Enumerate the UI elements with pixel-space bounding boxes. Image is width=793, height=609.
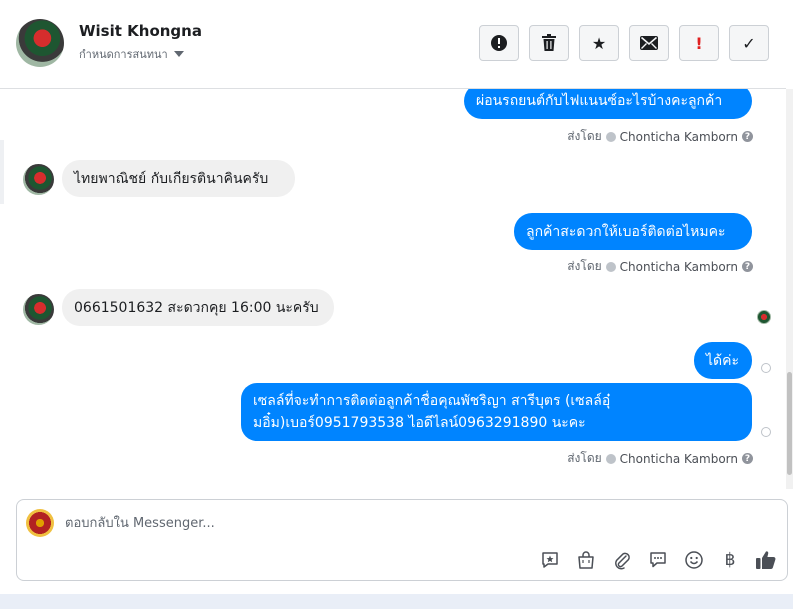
trash-icon xyxy=(542,34,556,51)
follow-up-button[interactable]: ! xyxy=(679,25,719,61)
sender-avatar[interactable] xyxy=(23,164,54,195)
message-text: ลูกค้าสะดวกให้เบอร์ติดต่อไหมคะ xyxy=(526,223,726,240)
incoming-message[interactable]: ไทยพาณิชย์ กับเกียรตินาคินครับ xyxy=(62,160,295,197)
sent-by-line: ส่งโดย Chonticha Kamborn ? xyxy=(567,449,753,468)
attach-file-button[interactable] xyxy=(611,549,633,571)
reply-composer: ฿ xyxy=(16,499,788,581)
chat-bubble-icon xyxy=(650,552,666,568)
message-text: ได้ค่ะ xyxy=(706,352,740,369)
sent-status-icon xyxy=(761,363,771,373)
conversation-status-dropdown[interactable]: กำหนดการสนทนา xyxy=(79,45,184,63)
quick-reply-button[interactable] xyxy=(647,549,669,571)
message-text-line-2: มอิ๋ม)เบอร์0951793538 ไอดีไลน์0963291890… xyxy=(253,415,586,431)
checkmark-icon: ✓ xyxy=(742,33,756,53)
message-text-line-1: เซลล์ที่จะทำการติดต่อลูกค้าชื่อคุณพัชริญ… xyxy=(253,393,611,409)
shop-button[interactable] xyxy=(575,549,597,571)
thread-scrollbar[interactable] xyxy=(786,89,793,489)
conversation-status-label: กำหนดการสนทนา xyxy=(79,48,168,61)
baht-icon: ฿ xyxy=(724,550,736,570)
sent-by-line: ส่งโดย Chonticha Kamborn ? xyxy=(567,127,753,146)
page-avatar xyxy=(26,509,54,537)
thumbs-up-icon xyxy=(756,551,776,569)
incoming-message[interactable]: 0661501632 สะดวกคุย 16:00 นะครับ xyxy=(62,289,334,326)
delete-button[interactable] xyxy=(529,25,569,61)
verified-icon xyxy=(605,131,616,142)
report-spam-button[interactable] xyxy=(479,25,519,61)
emoji-button[interactable] xyxy=(683,549,705,571)
payment-button[interactable]: ฿ xyxy=(719,549,741,571)
exclamation-icon: ! xyxy=(695,33,703,53)
outgoing-message[interactable]: ผ่อนรถยนต์กับไฟแนนซ์อะไรบ้างคะลูกค้า xyxy=(464,89,752,119)
help-icon[interactable]: ? xyxy=(742,453,753,464)
verified-icon xyxy=(605,453,616,464)
left-edge-strip xyxy=(0,140,4,204)
mark-unread-button[interactable] xyxy=(629,25,669,61)
sent-by-author[interactable]: Chonticha Kamborn xyxy=(620,130,738,144)
header-actions: ★ ! ✓ xyxy=(479,25,769,61)
envelope-icon xyxy=(640,36,658,50)
sent-by-label: ส่งโดย xyxy=(567,129,602,143)
sent-by-label: ส่งโดย xyxy=(567,259,602,273)
message-thread[interactable]: ผ่อนรถยนต์กับไฟแนนซ์อะไรบ้างคะลูกค้า ส่ง… xyxy=(0,89,786,489)
star-button[interactable]: ★ xyxy=(579,25,619,61)
message-text: ไทยพาณิชย์ กับเกียรตินาคินครับ xyxy=(74,170,269,187)
caret-down-icon xyxy=(173,51,184,57)
sent-by-line: ส่งโดย Chonticha Kamborn ? xyxy=(567,257,753,276)
contact-name[interactable]: Wisit Khongna xyxy=(79,22,202,40)
sent-by-author[interactable]: Chonticha Kamborn xyxy=(620,452,738,466)
conversation-header: Wisit Khongna กำหนดการสนทนา ★ ! ✓ xyxy=(0,0,786,89)
sender-avatar[interactable] xyxy=(23,294,54,325)
composer-tools: ฿ xyxy=(539,549,777,571)
outgoing-message[interactable]: ลูกค้าสะดวกให้เบอร์ติดต่อไหมคะ xyxy=(514,213,752,250)
attachment-icon xyxy=(615,552,630,570)
star-icon: ★ xyxy=(591,33,607,53)
like-button[interactable] xyxy=(755,549,777,571)
scrollbar-thumb[interactable] xyxy=(787,372,792,475)
contact-avatar[interactable] xyxy=(16,19,64,67)
saved-reply-icon xyxy=(542,552,558,568)
sent-status-icon xyxy=(761,427,771,437)
emoji-icon xyxy=(685,551,703,569)
done-button[interactable]: ✓ xyxy=(729,25,769,61)
help-icon[interactable]: ? xyxy=(742,131,753,142)
outgoing-message[interactable]: เซลล์ที่จะทำการติดต่อลูกค้าชื่อคุณพัชริญ… xyxy=(241,383,752,441)
saved-reply-button[interactable] xyxy=(539,549,561,571)
verified-icon xyxy=(605,261,616,272)
shopping-bag-icon xyxy=(578,551,594,569)
sent-by-label: ส่งโดย xyxy=(567,451,602,465)
page-bottom-strip xyxy=(0,594,793,609)
alert-circle-icon xyxy=(491,35,507,51)
help-icon[interactable]: ? xyxy=(742,261,753,272)
outgoing-message[interactable]: ได้ค่ะ xyxy=(694,342,752,379)
message-text: 0661501632 สะดวกคุย 16:00 นะครับ xyxy=(74,299,319,316)
seen-avatar xyxy=(757,310,771,324)
sent-by-author[interactable]: Chonticha Kamborn xyxy=(620,260,738,274)
reply-input[interactable] xyxy=(65,513,665,533)
message-text: ผ่อนรถยนต์กับไฟแนนซ์อะไรบ้างคะลูกค้า xyxy=(476,93,723,109)
